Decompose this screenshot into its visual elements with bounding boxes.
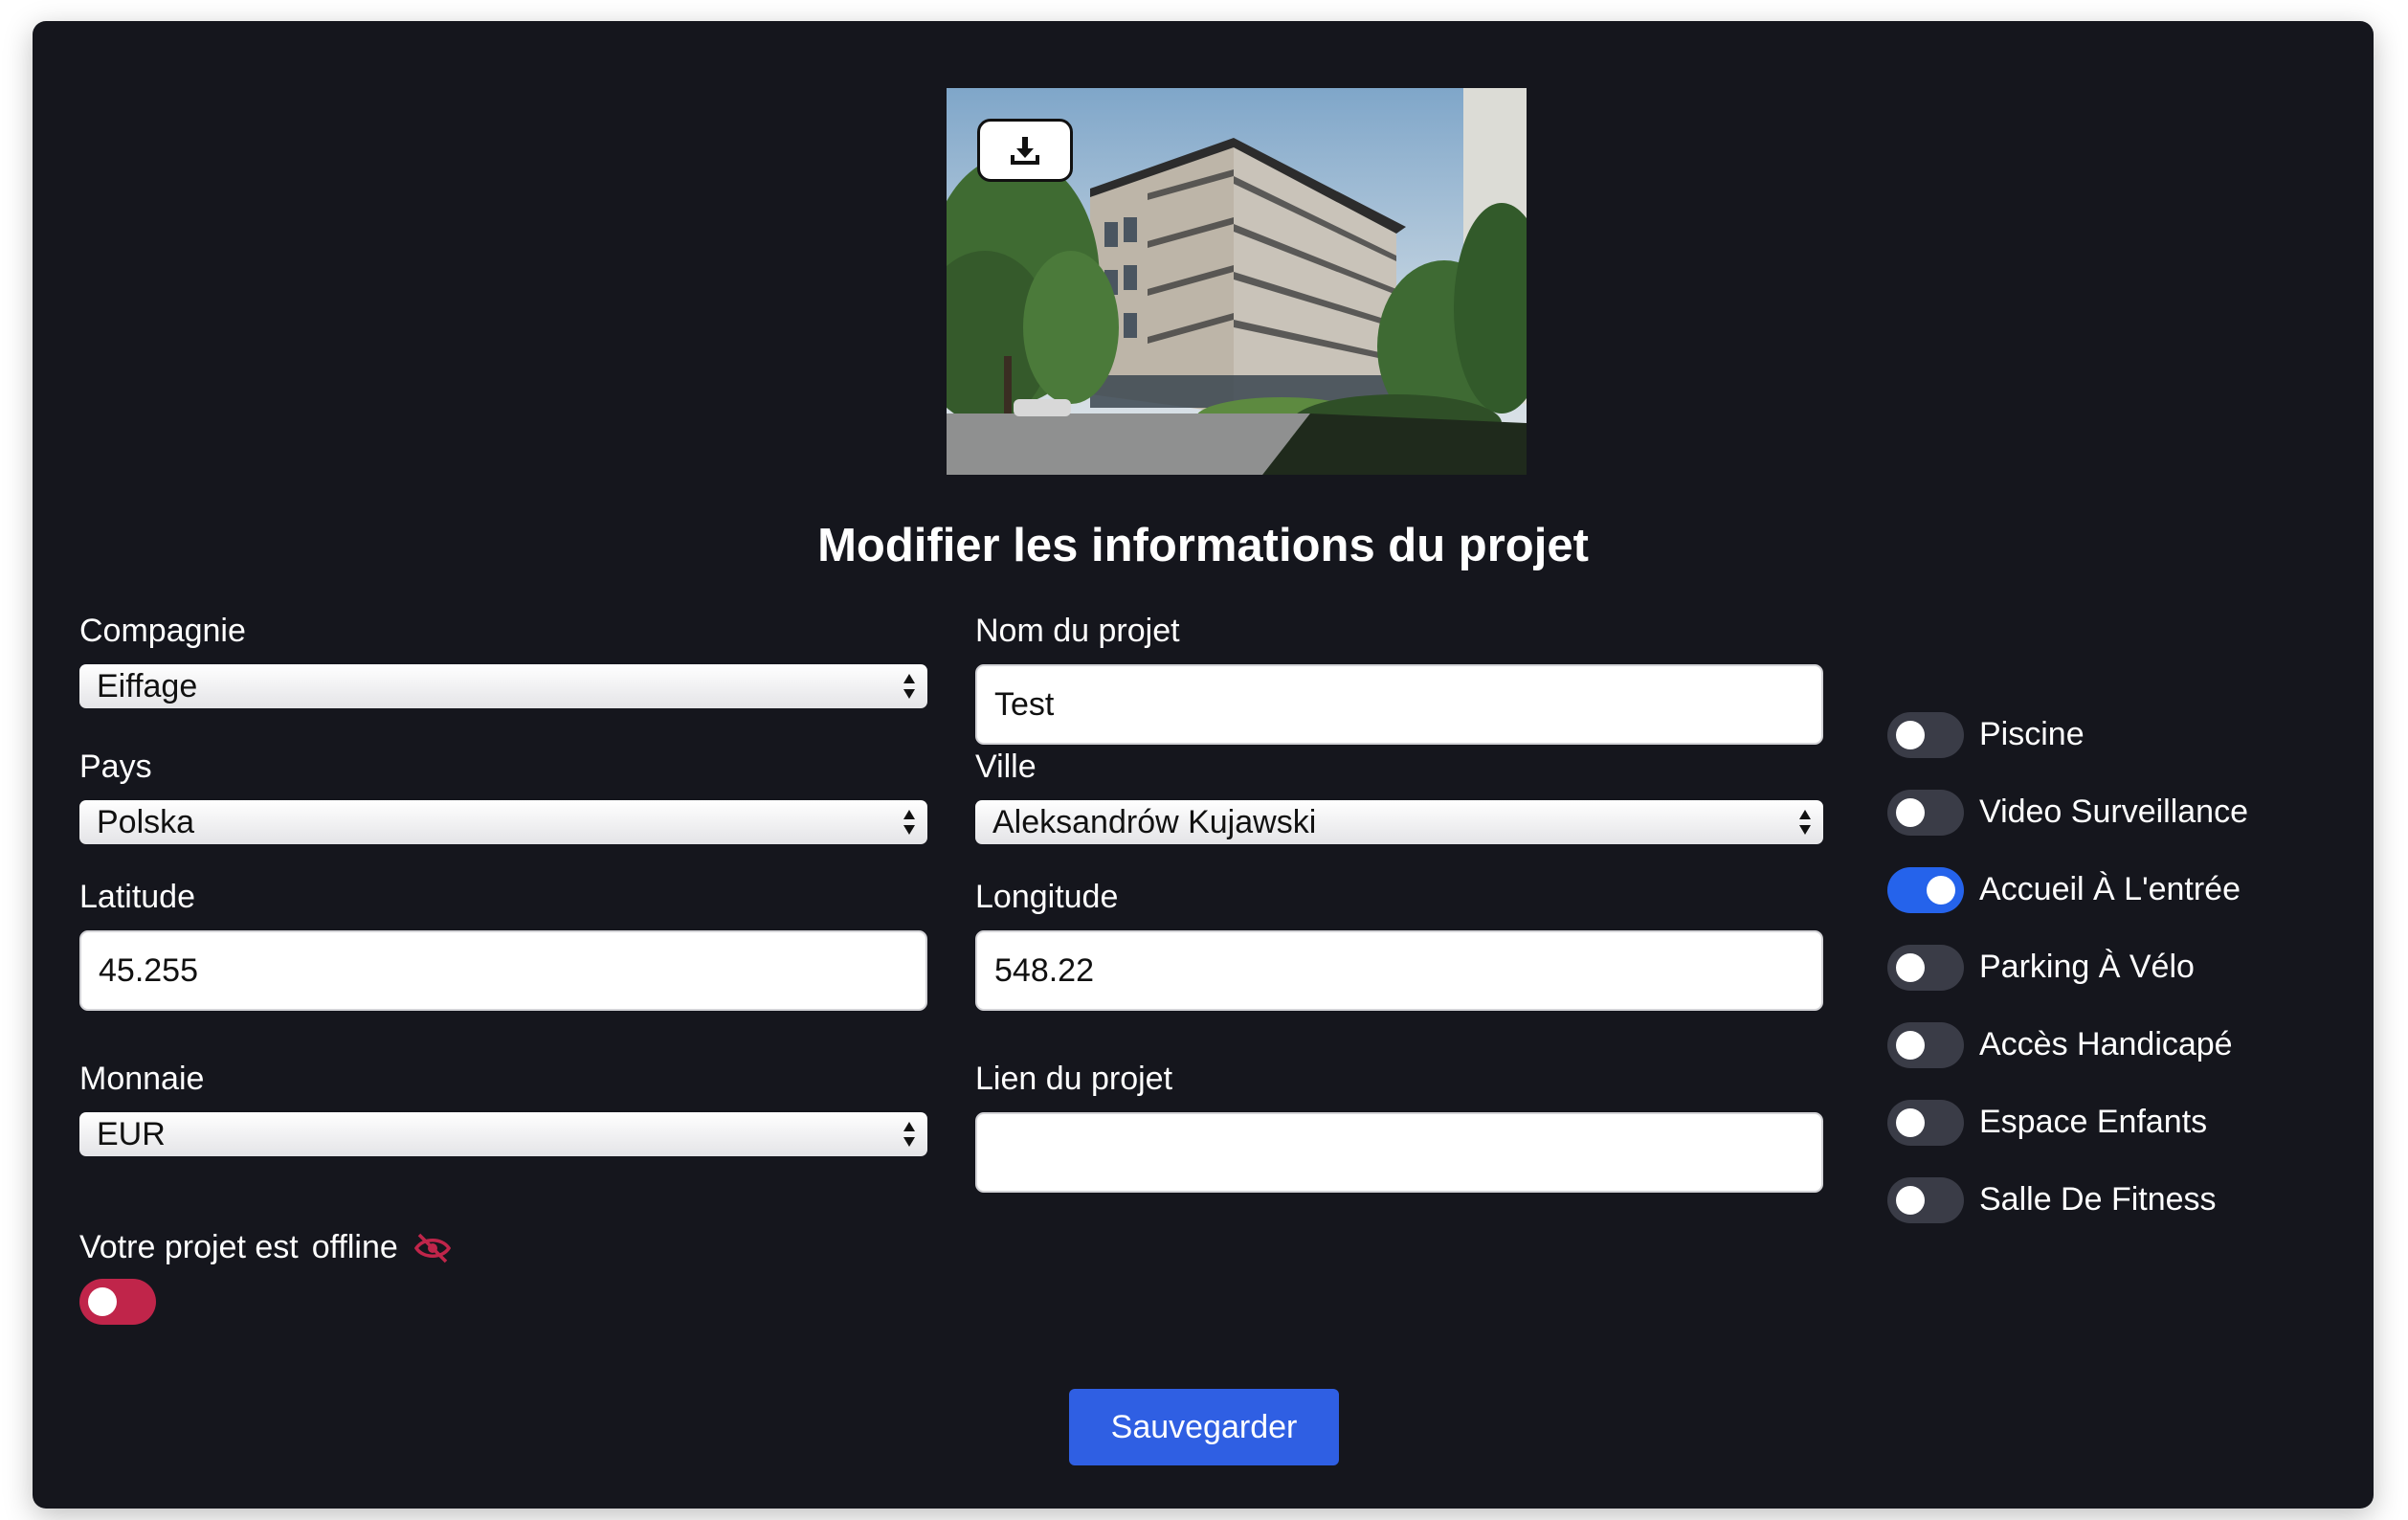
offline-toggle[interactable]	[79, 1279, 156, 1325]
offline-label-status: offline	[311, 1229, 398, 1265]
project-cover-image	[947, 88, 1527, 475]
amenity-label-video-surveillance: Video Surveillance	[1979, 794, 2248, 830]
country-label: Pays	[79, 749, 152, 785]
amenity-toggle-piscine[interactable]	[1887, 712, 1964, 758]
save-button[interactable]: Sauvegarder	[1069, 1389, 1339, 1465]
amenity-label-espace-enfants: Espace Enfants	[1979, 1104, 2208, 1140]
project-name-value: Test	[994, 685, 1055, 723]
latitude-input[interactable]: 45.255	[79, 930, 927, 1011]
company-value: Eiffage	[97, 667, 198, 704]
offline-status-label: Votre projet est offline	[79, 1229, 452, 1266]
country-value: Polska	[97, 803, 195, 840]
project-link-input[interactable]	[975, 1112, 1823, 1193]
select-arrows-icon	[903, 810, 915, 835]
toggle-knob	[1927, 876, 1955, 905]
project-link-label: Lien du projet	[975, 1061, 1173, 1097]
amenity-toggle-acces-handicape[interactable]	[1887, 1022, 1964, 1068]
upload-image-button[interactable]	[977, 119, 1073, 182]
edit-project-card: Modifier les informations du projet Comp…	[33, 21, 2374, 1509]
toggle-knob	[1896, 721, 1925, 749]
toggle-knob	[1896, 798, 1925, 827]
download-icon	[1011, 137, 1039, 165]
amenity-toggle-parking-velo[interactable]	[1887, 945, 1964, 991]
company-label: Compagnie	[79, 613, 246, 649]
offline-label-prefix: Votre projet est	[79, 1229, 299, 1265]
longitude-label: Longitude	[975, 879, 1119, 915]
toggle-knob	[1896, 1186, 1925, 1215]
city-label: Ville	[975, 749, 1037, 785]
currency-label: Monnaie	[79, 1061, 205, 1097]
select-arrows-icon	[1799, 810, 1811, 835]
latitude-value: 45.255	[99, 951, 198, 989]
amenity-toggle-salle-fitness[interactable]	[1887, 1177, 1964, 1223]
currency-value: EUR	[97, 1115, 166, 1152]
country-select[interactable]: Polska	[79, 800, 927, 844]
company-select[interactable]: Eiffage	[79, 664, 927, 708]
city-value: Aleksandrów Kujawski	[992, 803, 1317, 840]
select-arrows-icon	[903, 674, 915, 699]
amenity-label-accueil: Accueil À L'entrée	[1979, 871, 2241, 907]
page-title: Modifier les informations du projet	[817, 520, 1589, 571]
amenity-toggle-video-surveillance[interactable]	[1887, 790, 1964, 836]
toggle-knob	[1896, 953, 1925, 982]
amenity-toggle-espace-enfants[interactable]	[1887, 1100, 1964, 1146]
amenity-label-acces-handicape: Accès Handicapé	[1979, 1026, 2233, 1062]
toggle-knob	[1896, 1108, 1925, 1137]
city-select[interactable]: Aleksandrów Kujawski	[975, 800, 1823, 844]
amenity-label-salle-fitness: Salle De Fitness	[1979, 1181, 2217, 1218]
amenity-label-piscine: Piscine	[1979, 716, 2085, 752]
longitude-input[interactable]: 548.22	[975, 930, 1823, 1011]
currency-select[interactable]: EUR	[79, 1112, 927, 1156]
amenity-label-parking-velo: Parking À Vélo	[1979, 949, 2195, 985]
toggle-knob	[88, 1287, 117, 1316]
toggle-knob	[1896, 1031, 1925, 1060]
amenity-toggle-accueil[interactable]	[1887, 867, 1964, 913]
eye-slash-icon	[413, 1233, 451, 1263]
select-arrows-icon	[903, 1122, 915, 1147]
longitude-value: 548.22	[994, 951, 1094, 989]
project-name-label: Nom du projet	[975, 613, 1180, 649]
latitude-label: Latitude	[79, 879, 195, 915]
project-name-input[interactable]: Test	[975, 664, 1823, 745]
